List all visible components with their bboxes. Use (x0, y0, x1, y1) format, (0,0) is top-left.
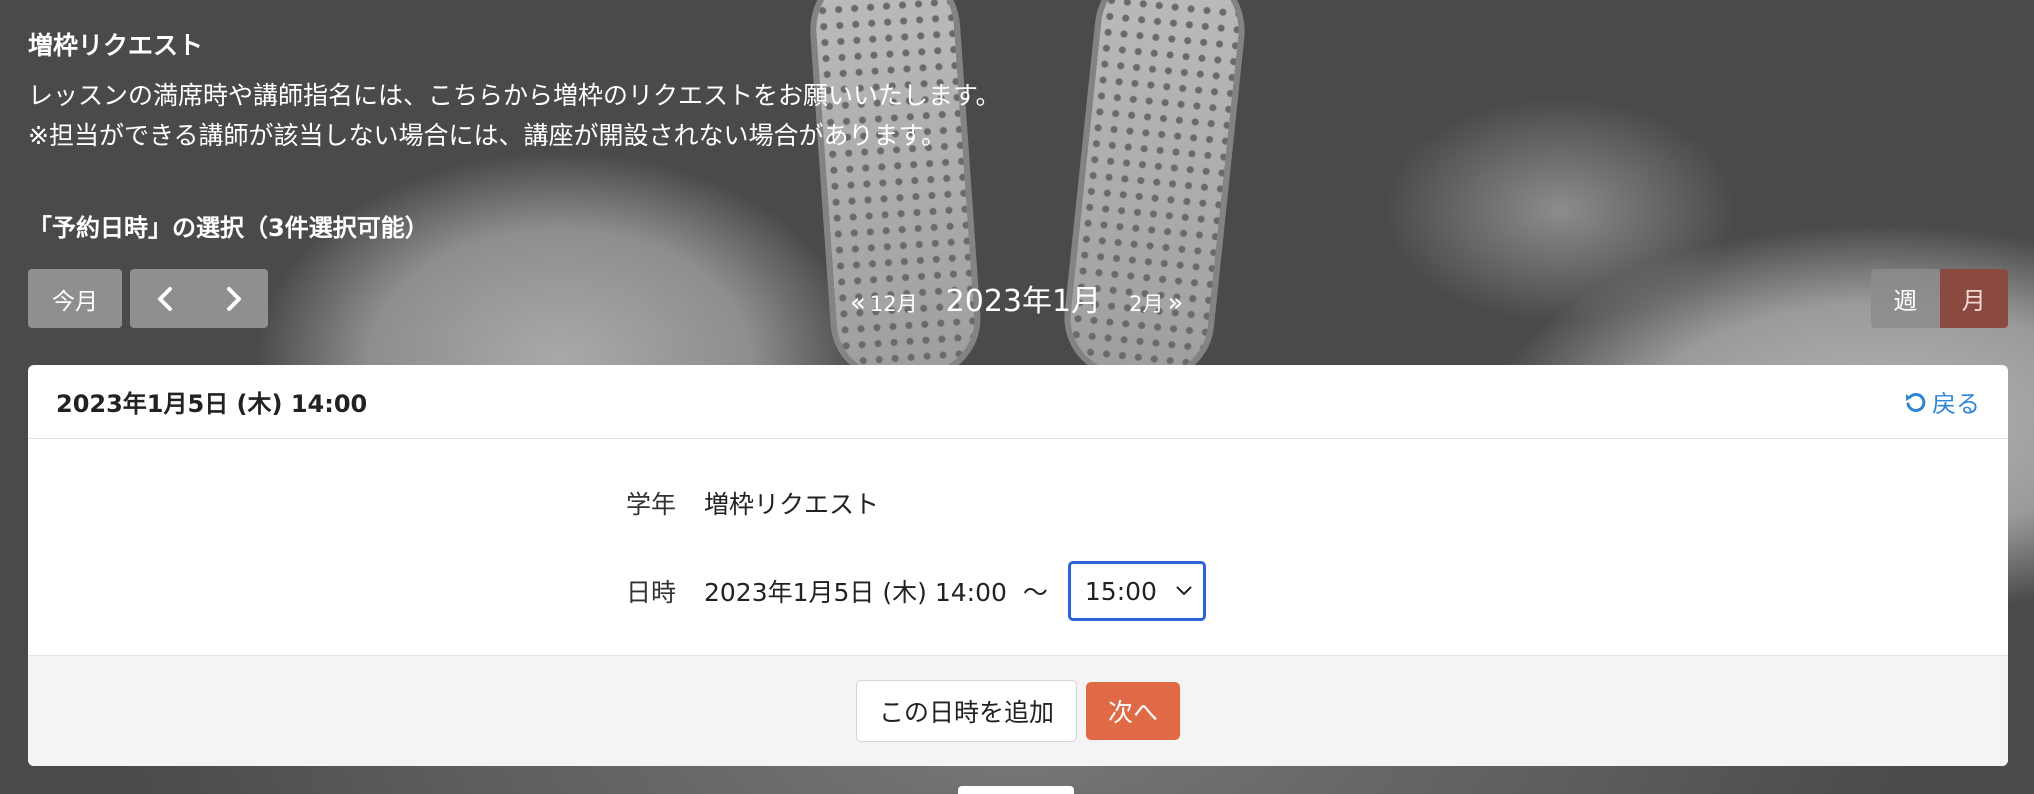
month-navigation: « 12月 2023年1月 2月 » (850, 276, 1183, 320)
next-button[interactable] (199, 269, 268, 328)
view-month-button[interactable]: 月 (1939, 269, 2008, 328)
grade-value: 増枠リクエスト (704, 490, 880, 519)
undo-icon (1906, 392, 1926, 412)
month-nav-arrows (130, 269, 268, 328)
bottom-tab (958, 786, 1074, 794)
chevron-down-icon (1176, 586, 1192, 596)
grade-label: 学年 (625, 490, 676, 519)
end-time-select[interactable]: 15:00 (1067, 561, 1206, 621)
back-label: 戻る (1932, 390, 1980, 418)
datetime-start: 2023年1月5日 (木) 14:00 (704, 578, 1007, 607)
double-chevron-left-icon: « (850, 288, 866, 318)
end-time-value: 15:00 (1084, 576, 1157, 606)
next-month-link[interactable]: 2月 » (1129, 288, 1183, 318)
intro-title: 増枠リクエスト (28, 31, 204, 60)
panel-body: 学年 増枠リクエスト 日時 2023年1月5日 (木) 14:00 ～ 15:0… (28, 439, 2008, 655)
panel-header: 2023年1月5日 (木) 14:00 戻る (28, 365, 2008, 439)
section-label: 「予約日時」の選択（3件選択可能） (28, 214, 429, 242)
intro: 増枠リクエスト レッスンの満席時や講師指名には、こちらから増枠のリクエストをお願… (28, 26, 1001, 156)
datetime-row: 日時 2023年1月5日 (木) 14:00 ～ 15:00 (588, 561, 1206, 621)
today-button[interactable]: 今月 (28, 269, 122, 328)
selected-datetime-heading: 2023年1月5日 (木) 14:00 (56, 390, 368, 418)
intro-line-2: ※担当ができる講師が該当しない場合には、講座が開設されない場合があります。 (28, 121, 946, 150)
prev-month-link[interactable]: « 12月 (850, 288, 918, 318)
background-shoe (1058, 0, 1252, 387)
chevron-right-icon (226, 286, 241, 311)
prev-month-label: 12月 (869, 292, 918, 316)
prev-button[interactable] (130, 269, 199, 328)
chevron-left-icon (157, 286, 172, 311)
next-step-button[interactable]: 次へ (1086, 682, 1180, 740)
view-week-button[interactable]: 週 (1871, 269, 1940, 328)
view-toggle: 週 月 (1871, 269, 2008, 328)
double-chevron-right-icon: » (1167, 288, 1184, 318)
back-link[interactable]: 戻る (1904, 384, 1980, 419)
add-datetime-button[interactable]: この日時を追加 (855, 680, 1077, 742)
booking-panel: 2023年1月5日 (木) 14:00 戻る 学年 増枠リクエスト 日時 202… (28, 365, 2008, 766)
current-month: 2023年1月 (945, 284, 1102, 319)
panel-footer: この日時を追加 次へ (28, 655, 2008, 766)
next-month-label: 2月 (1129, 292, 1164, 316)
grade-row: 学年 増枠リクエスト (588, 485, 879, 521)
datetime-label: 日時 (625, 578, 676, 607)
range-separator: ～ (1022, 578, 1048, 607)
intro-line-1: レッスンの満席時や講師指名には、こちらから増枠のリクエストをお願いいたします。 (28, 81, 1001, 110)
